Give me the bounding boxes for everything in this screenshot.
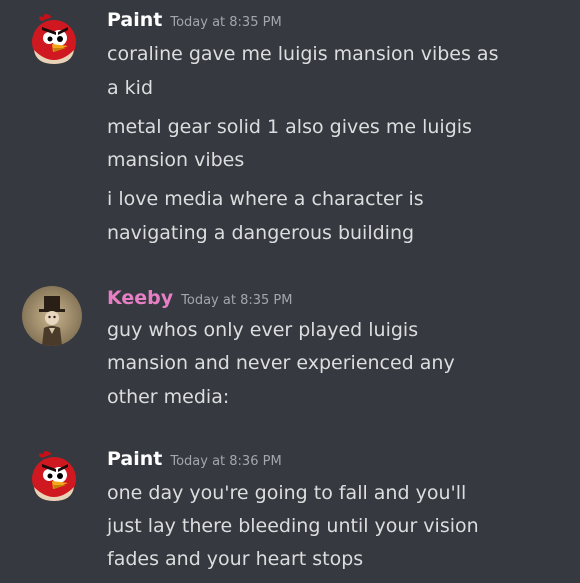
chat-messages: Paint Today at 8:35 PM coraline gave me l… xyxy=(0,0,580,583)
username[interactable]: Keeby xyxy=(107,287,173,309)
timestamp: Today at 8:35 PM xyxy=(170,15,282,30)
message-text: guy whos only ever played luigis xyxy=(107,319,419,341)
message-text: just lay there bleeding until your visio… xyxy=(107,515,479,537)
top-hat-character-icon[interactable] xyxy=(22,286,82,346)
message-text: one day you're going to fall and you'll xyxy=(107,482,467,504)
timestamp: Today at 8:35 PM xyxy=(181,293,293,308)
message-text: i love media where a character is xyxy=(107,188,424,210)
message-text: navigating a dangerous building xyxy=(107,222,415,244)
message-text: mansion and never experienced any xyxy=(107,352,455,374)
timestamp: Today at 8:36 PM xyxy=(170,454,282,469)
angry-bird-icon[interactable] xyxy=(22,8,82,68)
message-header: Paint Today at 8:35 PM xyxy=(107,9,282,31)
message-text: other media: xyxy=(107,386,230,408)
message-header: Paint Today at 8:36 PM xyxy=(107,448,282,470)
angry-bird-icon[interactable] xyxy=(22,445,82,505)
message-text: fades and your heart stops xyxy=(107,548,364,570)
username[interactable]: Paint xyxy=(107,448,162,470)
message-text: mansion vibes xyxy=(107,149,245,171)
message-text: metal gear solid 1 also gives me luigis xyxy=(107,116,472,138)
username[interactable]: Paint xyxy=(107,9,162,31)
message-header: Keeby Today at 8:35 PM xyxy=(107,287,292,309)
message-text: a kid xyxy=(107,77,154,99)
message-text: coraline gave me luigis mansion vibes as xyxy=(107,43,499,65)
